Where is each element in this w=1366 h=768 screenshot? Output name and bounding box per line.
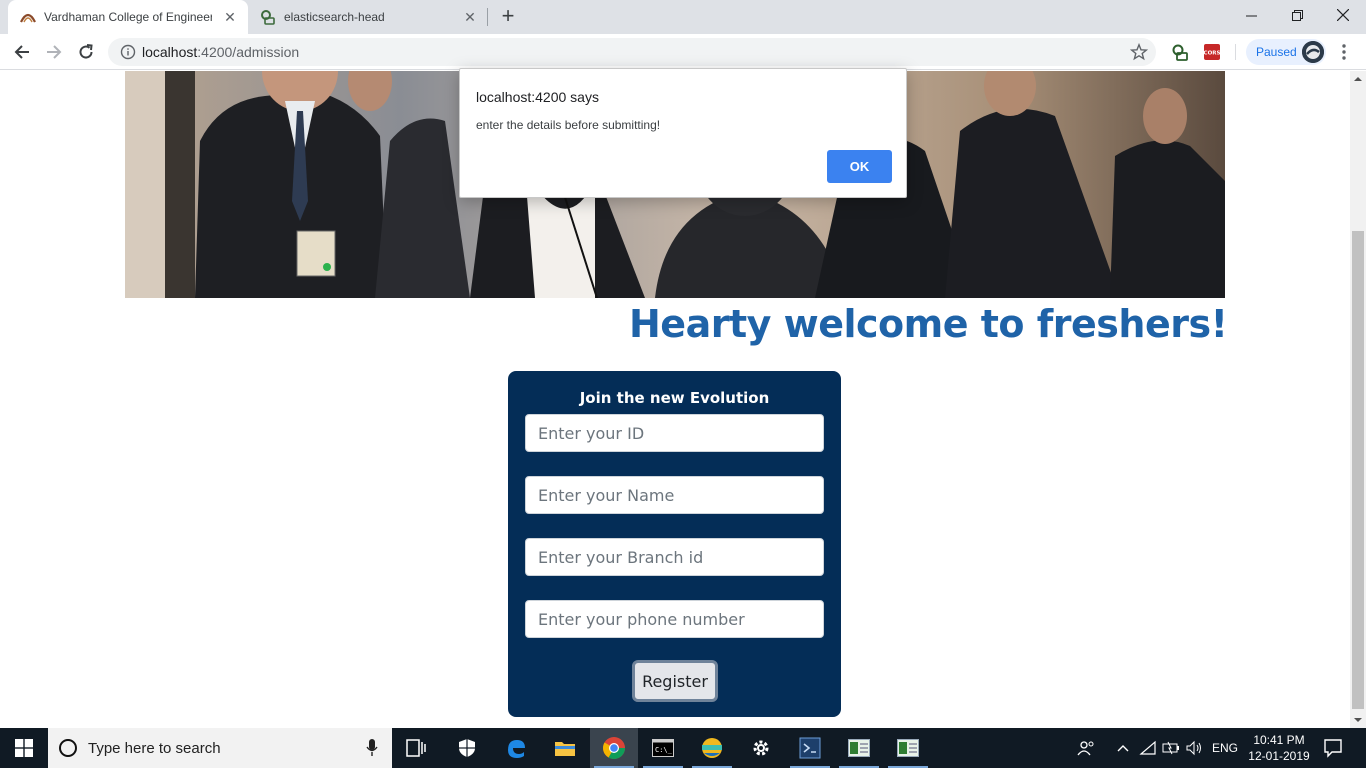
scroll-down-arrow-icon[interactable] bbox=[1350, 712, 1366, 728]
edge-browser-icon[interactable] bbox=[492, 728, 540, 768]
paused-label: Paused bbox=[1256, 45, 1297, 59]
document-window-icon[interactable] bbox=[884, 728, 932, 768]
windows-taskbar: Type here to search C:\_ ENG 10:41 PM 12… bbox=[0, 728, 1366, 768]
tab-close-icon[interactable]: ✕ bbox=[222, 9, 238, 25]
scrollbar-thumb[interactable] bbox=[1352, 231, 1364, 709]
alert-dialog: localhost:4200 says enter the details be… bbox=[459, 68, 907, 198]
alert-ok-button[interactable]: OK bbox=[827, 150, 892, 183]
admission-form: Join the new Evolution Register bbox=[508, 371, 841, 717]
show-hidden-icons-chevron-icon[interactable] bbox=[1114, 740, 1132, 756]
phone-input[interactable] bbox=[525, 600, 824, 638]
tab-title: Vardhaman College of Engineerin bbox=[44, 10, 212, 24]
form-title: Join the new Evolution bbox=[579, 389, 770, 407]
minimize-icon[interactable] bbox=[1228, 0, 1274, 30]
vscode-icon[interactable] bbox=[786, 728, 834, 768]
tab-close-icon[interactable]: ✕ bbox=[462, 9, 478, 25]
branch-id-input[interactable] bbox=[525, 538, 824, 576]
elasticsearch-favicon-icon bbox=[260, 9, 276, 25]
page-scrollbar[interactable] bbox=[1350, 71, 1366, 728]
profile-avatar bbox=[1302, 41, 1324, 63]
chrome-menu-icon[interactable] bbox=[1336, 42, 1352, 62]
people-icon[interactable] bbox=[1077, 740, 1095, 756]
clock[interactable]: 10:41 PM 12-01-2019 bbox=[1248, 732, 1310, 764]
elastic-app-icon[interactable] bbox=[688, 728, 736, 768]
file-explorer-icon[interactable] bbox=[541, 728, 589, 768]
cors-extension-icon[interactable]: CORS bbox=[1202, 42, 1222, 62]
info-icon[interactable] bbox=[120, 44, 136, 60]
cors-label: CORS bbox=[1204, 51, 1221, 57]
terminal-icon[interactable]: C:\_ bbox=[639, 728, 687, 768]
url-host: localhost bbox=[142, 44, 198, 60]
language-indicator[interactable]: ENG bbox=[1212, 741, 1238, 755]
id-input[interactable] bbox=[525, 414, 824, 452]
volume-icon[interactable] bbox=[1185, 740, 1203, 756]
action-center-icon[interactable] bbox=[1318, 736, 1348, 760]
url-text: localhost:4200/admission bbox=[142, 44, 299, 60]
reload-icon[interactable] bbox=[72, 38, 100, 66]
clock-time: 10:41 PM bbox=[1253, 733, 1305, 747]
tab-separator bbox=[487, 8, 488, 26]
new-tab-icon[interactable]: + bbox=[496, 5, 520, 29]
back-icon[interactable] bbox=[8, 38, 36, 66]
alert-title: localhost:4200 says bbox=[476, 89, 599, 105]
profile-paused-button[interactable]: Paused bbox=[1246, 39, 1326, 65]
welcome-heading: Hearty welcome to freshers! bbox=[629, 302, 1228, 346]
address-bar[interactable]: localhost:4200/admission bbox=[108, 38, 1156, 66]
chrome-icon[interactable] bbox=[590, 728, 638, 768]
college-favicon-icon bbox=[20, 9, 36, 25]
cortana-circle-icon bbox=[58, 738, 78, 758]
restore-icon[interactable] bbox=[1274, 0, 1320, 30]
name-input[interactable] bbox=[525, 476, 824, 514]
notepad-window-icon[interactable] bbox=[835, 728, 883, 768]
bookmark-star-icon[interactable] bbox=[1129, 42, 1149, 61]
battery-icon[interactable] bbox=[1162, 740, 1180, 756]
register-button[interactable]: Register bbox=[632, 660, 718, 702]
tab-vardhaman[interactable]: Vardhaman College of Engineerin ✕ bbox=[8, 0, 248, 34]
tab-title: elasticsearch-head bbox=[284, 10, 385, 24]
scroll-up-arrow-icon[interactable] bbox=[1350, 71, 1366, 87]
clock-date: 12-01-2019 bbox=[1248, 749, 1310, 763]
task-view-icon[interactable] bbox=[392, 728, 440, 768]
wifi-icon[interactable] bbox=[1139, 740, 1157, 756]
tab-elasticsearch-head[interactable]: elasticsearch-head ✕ bbox=[248, 0, 488, 34]
close-window-icon[interactable] bbox=[1320, 0, 1366, 30]
elasticsearch-head-extension-icon[interactable] bbox=[1170, 42, 1190, 62]
taskbar-search-box[interactable]: Type here to search bbox=[48, 728, 392, 768]
microphone-icon[interactable] bbox=[366, 739, 378, 757]
windows-start-icon[interactable] bbox=[0, 728, 48, 768]
svg-text:C:\_: C:\_ bbox=[655, 746, 673, 754]
toolbar-separator bbox=[1235, 44, 1236, 60]
forward-icon[interactable] bbox=[40, 38, 68, 66]
windows-security-icon[interactable] bbox=[443, 728, 491, 768]
search-placeholder: Type here to search bbox=[88, 740, 221, 757]
url-path: :4200/admission bbox=[197, 44, 300, 60]
settings-gear-icon[interactable] bbox=[737, 728, 785, 768]
alert-message: enter the details before submitting! bbox=[476, 118, 661, 132]
tab-strip: Vardhaman College of Engineerin ✕ elasti… bbox=[0, 0, 1366, 34]
